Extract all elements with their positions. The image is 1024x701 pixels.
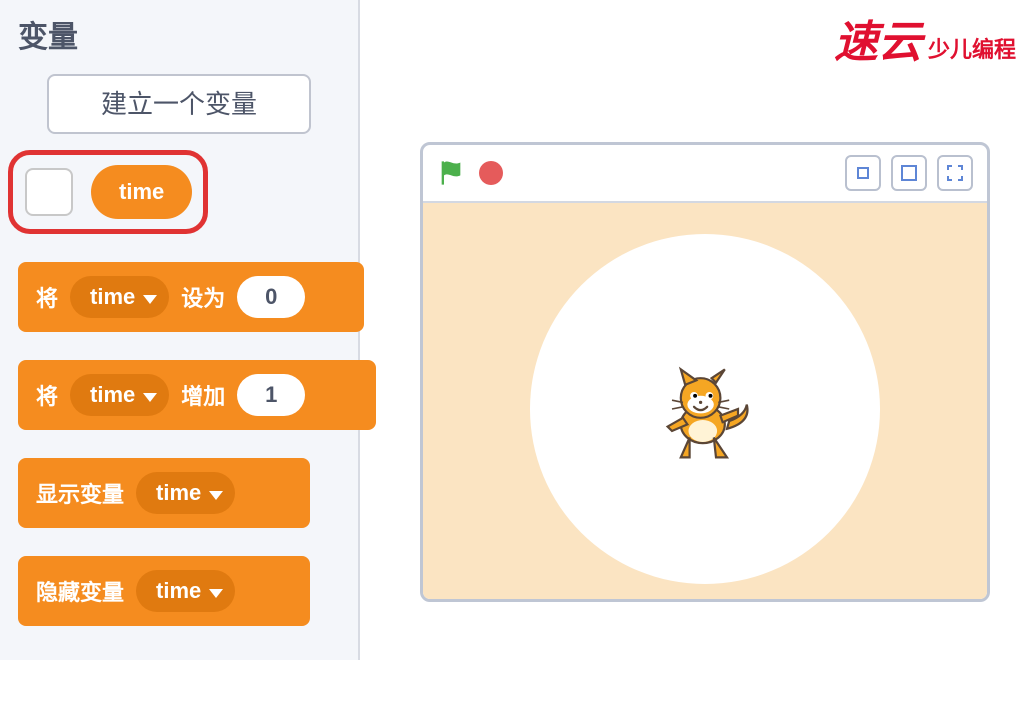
stop-button[interactable] [479, 161, 503, 185]
stage-container [420, 142, 990, 602]
show-variable-block[interactable]: 显示变量 time [18, 458, 310, 528]
block-text: 显示变量 [36, 477, 124, 509]
small-stage-button[interactable] [845, 155, 881, 191]
variables-panel: 变量 建立一个变量 time 将 time 设为 0 将 time 增加 1 显… [0, 0, 360, 660]
stage-toolbar [423, 145, 987, 203]
stage[interactable] [423, 203, 987, 599]
block-text: 增加 [181, 379, 225, 411]
variable-reporter-block[interactable]: time [91, 165, 192, 219]
block-text: 将 [36, 281, 58, 313]
variable-visibility-checkbox[interactable] [25, 168, 73, 216]
make-variable-button[interactable]: 建立一个变量 [47, 74, 311, 134]
brand-logo: 速云 少儿编程 [834, 6, 1016, 70]
large-stage-button[interactable] [891, 155, 927, 191]
fullscreen-button[interactable] [937, 155, 973, 191]
block-text: 将 [36, 379, 58, 411]
green-flag-button[interactable] [437, 159, 465, 187]
value-input[interactable]: 0 [237, 276, 305, 318]
set-variable-block[interactable]: 将 time 设为 0 [18, 262, 364, 332]
brand-tagline: 少儿编程 [928, 32, 1016, 64]
variable-dropdown[interactable]: time [70, 374, 169, 416]
scratch-cat-sprite[interactable] [650, 361, 760, 471]
brand-name: 速云 [834, 6, 922, 70]
block-text: 设为 [181, 281, 225, 313]
variable-dropdown[interactable]: time [136, 570, 235, 612]
variable-dropdown[interactable]: time [136, 472, 235, 514]
hide-variable-block[interactable]: 隐藏变量 time [18, 556, 310, 626]
variable-reporter-highlight: time [8, 150, 208, 234]
change-variable-block[interactable]: 将 time 增加 1 [18, 360, 376, 430]
block-text: 隐藏变量 [36, 575, 124, 607]
variable-dropdown[interactable]: time [70, 276, 169, 318]
value-input[interactable]: 1 [237, 374, 305, 416]
section-title: 变量 [18, 12, 346, 56]
